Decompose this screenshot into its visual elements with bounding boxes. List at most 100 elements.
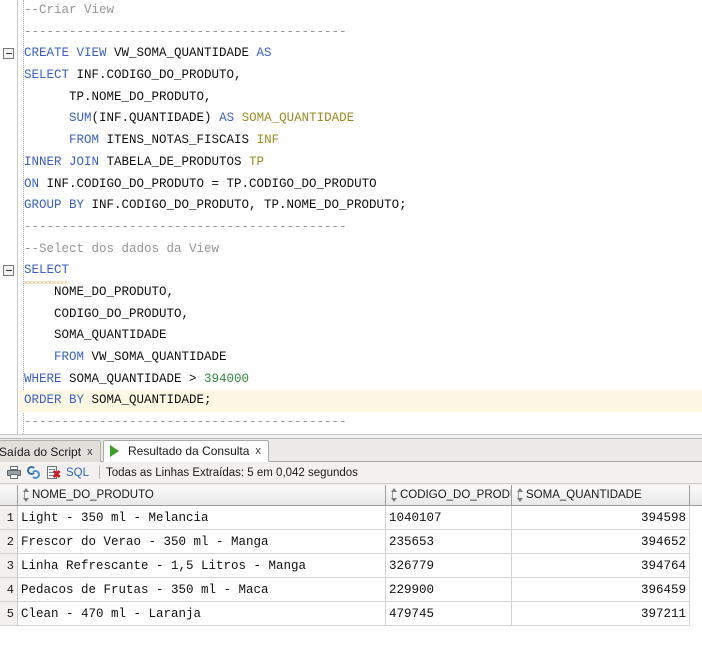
- code-token: --Criar View: [24, 3, 115, 17]
- code-token: SOMA_QUANTIDADE: [241, 111, 355, 126]
- code-token: ON: [24, 176, 47, 191]
- table-cell[interactable]: 394764: [512, 554, 690, 578]
- code-line[interactable]: CODIGO_DO_PRODUTO,: [19, 304, 702, 326]
- rows-fetched-status: Todas as Linhas Extraídas: 5 em 0,042 se…: [106, 466, 358, 479]
- tab-close-icon[interactable]: x: [254, 445, 262, 457]
- code-line[interactable]: SUM(INF.QUANTIDADE) AS SOMA_QUANTIDADE: [19, 108, 702, 130]
- refresh-icon[interactable]: [24, 464, 44, 482]
- row-number-header: [0, 485, 18, 505]
- code-line[interactable]: ON INF.CODIGO_DO_PRODUTO = TP.CODIGO_DO_…: [19, 174, 702, 196]
- result-tab-strip: Saída do Script x Resultado da Consulta x: [0, 439, 702, 462]
- table-cell[interactable]: 394598: [512, 506, 690, 530]
- code-token: CREATE VIEW: [24, 46, 115, 61]
- table-row[interactable]: 4 Pedacos de Frutas - 350 ml - Maca 229900…: [0, 578, 702, 602]
- cancel-document-glyph: ✖: [47, 465, 61, 480]
- table-cell[interactable]: 326779: [386, 554, 512, 578]
- code-token: CODIGO_DO_PRODUTO,: [54, 306, 190, 321]
- tab-saida-do-script[interactable]: Saída do Script x: [0, 440, 101, 462]
- sql-developer-window: --Criar View ----------------------------…: [0, 0, 702, 652]
- code-token: (INF.QUANTIDADE): [91, 111, 220, 126]
- code-line[interactable]: TP.NOME_DO_PRODUTO,: [19, 87, 702, 109]
- code-line[interactable]: GROUP BY INF.CODIGO_DO_PRODUTO, TP.NOME_…: [19, 195, 702, 217]
- code-line[interactable]: ----------------------------------------…: [19, 22, 702, 44]
- code-fold-toggle[interactable]: [3, 265, 14, 277]
- row-number: 2: [0, 530, 18, 554]
- table-row[interactable]: 3 Linha Refrescante - 1,5 Litros - Manga 3…: [0, 554, 702, 578]
- code-line[interactable]: SOMA_QUANTIDADE: [19, 325, 702, 347]
- code-line[interactable]: INNER JOIN TABELA_DE_PRODUTOS TP: [19, 152, 702, 174]
- tab-resultado-da-consulta[interactable]: Resultado da Consulta x: [103, 440, 269, 462]
- code-line[interactable]: SELECT INF.CODIGO_DO_PRODUTO,: [19, 65, 702, 87]
- table-cell[interactable]: 396459: [512, 578, 690, 602]
- sort-indicator-icon[interactable]: [514, 488, 523, 502]
- code-line[interactable]: CREATE VIEW VW_SOMA_QUANTIDADE AS: [19, 43, 702, 65]
- code-line[interactable]: ----------------------------------------…: [19, 217, 702, 239]
- table-cell[interactable]: Linha Refrescante - 1,5 Litros - Manga: [18, 554, 386, 578]
- table-cell[interactable]: 229900: [386, 578, 512, 602]
- column-header-label: CODIGO_DO_PRODUTO: [400, 489, 511, 501]
- code-token: ----------------------------------------…: [24, 219, 347, 234]
- column-header[interactable]: CODIGO_DO_PRODUTO: [386, 485, 512, 505]
- code-token: INNER JOIN: [24, 154, 107, 169]
- table-cell[interactable]: Light - 350 ml - Melancia: [18, 506, 386, 530]
- sql-editor[interactable]: --Criar View ----------------------------…: [0, 0, 702, 434]
- toolbar-separator: [99, 466, 101, 479]
- sql-toggle-label[interactable]: SQL: [66, 467, 89, 479]
- cancel-document-icon[interactable]: ✖: [44, 464, 64, 482]
- result-panel: Saída do Script x Resultado da Consulta x: [0, 439, 702, 652]
- code-line[interactable]: SELECT: [19, 260, 702, 284]
- table-cell[interactable]: Frescor do Verao - 350 ml - Manga: [18, 530, 386, 554]
- code-token: SELECT: [24, 263, 70, 278]
- printer-icon[interactable]: [4, 464, 24, 482]
- code-token: SOMA_QUANTIDADE >: [69, 371, 205, 386]
- code-token: ITENS_NOTAS_FISCAIS: [106, 133, 257, 148]
- table-cell[interactable]: 394652: [512, 530, 690, 554]
- code-token: AS: [256, 46, 272, 61]
- printer-glyph: [7, 466, 21, 479]
- sort-indicator-icon[interactable]: [388, 488, 397, 502]
- tab-close-icon[interactable]: x: [86, 446, 94, 458]
- code-token: INF.CODIGO_DO_PRODUTO, TP.NOME_DO_PRODUT…: [91, 198, 407, 213]
- code-line[interactable]: --Criar View: [19, 0, 702, 22]
- table-cell[interactable]: Clean - 470 ml - Laranja: [18, 602, 386, 626]
- code-token: SELECT: [24, 68, 77, 83]
- grid-body: 1 Light - 350 ml - Melancia 1040107 394598 2…: [0, 506, 702, 626]
- code-token: FROM: [69, 133, 107, 148]
- results-grid[interactable]: NOME_DO_PRODUTO CODIGO_DO_PRODUTO SOMA_QUA…: [0, 485, 702, 652]
- code-token: TP: [249, 154, 265, 169]
- column-header[interactable]: SOMA_QUANTIDADE: [512, 485, 690, 505]
- column-header-label: SOMA_QUANTIDADE: [526, 489, 642, 501]
- code-token: INF.CODIGO_DO_PRODUTO = TP.CODIGO_DO_PRO…: [46, 176, 377, 191]
- row-number: 3: [0, 554, 18, 578]
- code-token: TP.NOME_DO_PRODUTO,: [69, 89, 212, 104]
- code-fold-toggle[interactable]: [3, 48, 14, 60]
- table-cell[interactable]: 235653: [386, 530, 512, 554]
- code-line[interactable]: ORDER BY SOMA_QUANTIDADE;: [19, 390, 702, 413]
- table-row[interactable]: 2 Frescor do Verao - 350 ml - Manga 235653…: [0, 530, 702, 554]
- code-line[interactable]: WHERE SOMA_QUANTIDADE > 394000: [19, 369, 702, 391]
- code-token: WHERE: [24, 371, 70, 386]
- code-line[interactable]: NOME_DO_PRODUTO,: [19, 282, 702, 304]
- code-line[interactable]: FROM ITENS_NOTAS_FISCAIS INF: [19, 130, 702, 152]
- table-cell[interactable]: 1040107: [386, 506, 512, 530]
- code-line[interactable]: ----------------------------------------…: [19, 412, 702, 434]
- code-token: NOME_DO_PRODUTO,: [54, 284, 175, 299]
- table-cell[interactable]: 479745: [386, 602, 512, 626]
- code-token: SOMA_QUANTIDADE;: [91, 393, 212, 408]
- code-token: ORDER BY: [24, 393, 92, 408]
- table-cell[interactable]: 397211: [512, 602, 690, 626]
- table-row[interactable]: 1 Light - 350 ml - Melancia 1040107 394598: [0, 506, 702, 530]
- code-token: VW_SOMA_QUANTIDADE: [114, 46, 257, 61]
- table-row[interactable]: 5 Clean - 470 ml - Laranja 479745 397211: [0, 602, 702, 626]
- code-line[interactable]: --Select dos dados da View: [19, 239, 702, 261]
- table-cell[interactable]: Pedacos de Frutas - 350 ml - Maca: [18, 578, 386, 602]
- sql-code-area[interactable]: --Criar View ----------------------------…: [19, 0, 702, 434]
- code-token: TABELA_DE_PRODUTOS: [106, 154, 250, 169]
- column-header[interactable]: NOME_DO_PRODUTO: [18, 485, 386, 505]
- code-token: --Select dos dados da View: [24, 241, 220, 256]
- code-line[interactable]: FROM VW_SOMA_QUANTIDADE: [19, 347, 702, 369]
- sort-indicator-icon[interactable]: [20, 488, 29, 502]
- play-icon: [110, 444, 124, 458]
- code-token: GROUP BY: [24, 198, 92, 213]
- code-token: AS: [219, 111, 242, 126]
